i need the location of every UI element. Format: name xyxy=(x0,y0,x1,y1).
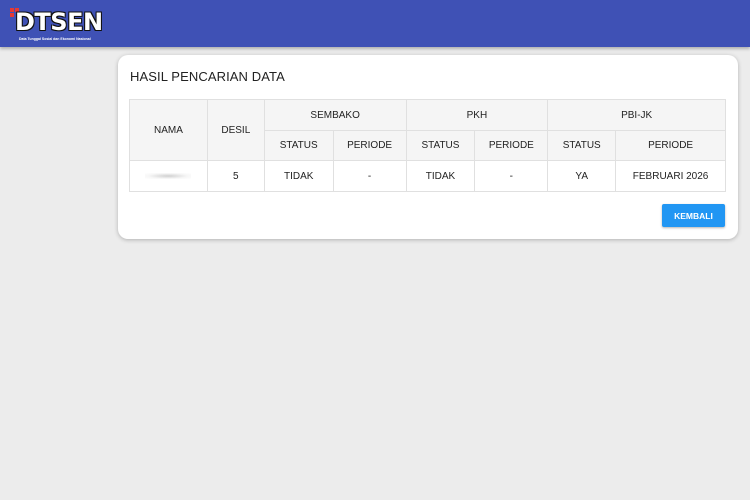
group-header-pbijk: PBI-JK xyxy=(547,99,726,131)
group-header-pkh: PKH xyxy=(405,99,549,131)
group-header-sembako: SEMBAKO xyxy=(263,99,407,131)
results-table: NAMA DESIL SEMBAKO PKH PBI-JK STATUS PER… xyxy=(129,99,726,192)
cell-sembako-periode: - xyxy=(332,160,407,192)
results-card: HASIL PENCARIAN DATA NAMA DESIL SEMBAKO … xyxy=(118,55,738,239)
cell-pkh-periode: - xyxy=(474,160,549,192)
cell-sembako-status: TIDAK xyxy=(263,160,334,192)
col-header-desil: DESIL xyxy=(206,99,265,161)
logo-subtitle: Data Tunggal Sosial dan Ekonomi Nasional xyxy=(19,37,91,41)
card-title: HASIL PENCARIAN DATA xyxy=(130,69,285,84)
back-button[interactable]: KEMBALI xyxy=(662,204,725,227)
cell-pbijk-periode: FEBRUARI 2026 xyxy=(615,160,726,192)
cell-desil: 5 xyxy=(206,160,265,192)
redacted-name xyxy=(145,172,192,179)
dtsen-logo[interactable]: DTSEN Data Tunggal Sosial dan Ekonomi Na… xyxy=(10,7,103,43)
col-header-pkh-status: STATUS xyxy=(405,130,476,161)
col-header-pkh-periode: PERIODE xyxy=(474,130,549,161)
col-header-nama: NAMA xyxy=(129,99,208,161)
app-header: DTSEN Data Tunggal Sosial dan Ekonomi Na… xyxy=(0,0,750,47)
cell-nama xyxy=(129,160,208,192)
cell-pkh-status: TIDAK xyxy=(405,160,476,192)
col-header-sembako-periode: PERIODE xyxy=(332,130,407,161)
col-header-pbijk-status: STATUS xyxy=(547,130,617,161)
logo-text: DTSEN xyxy=(15,8,103,36)
col-header-sembako-status: STATUS xyxy=(263,130,334,161)
col-header-pbijk-periode: PERIODE xyxy=(615,130,726,161)
cell-pbijk-status: YA xyxy=(547,160,617,192)
table-row: 5 TIDAK - TIDAK - YA FEBRUARI 2026 xyxy=(129,160,726,192)
